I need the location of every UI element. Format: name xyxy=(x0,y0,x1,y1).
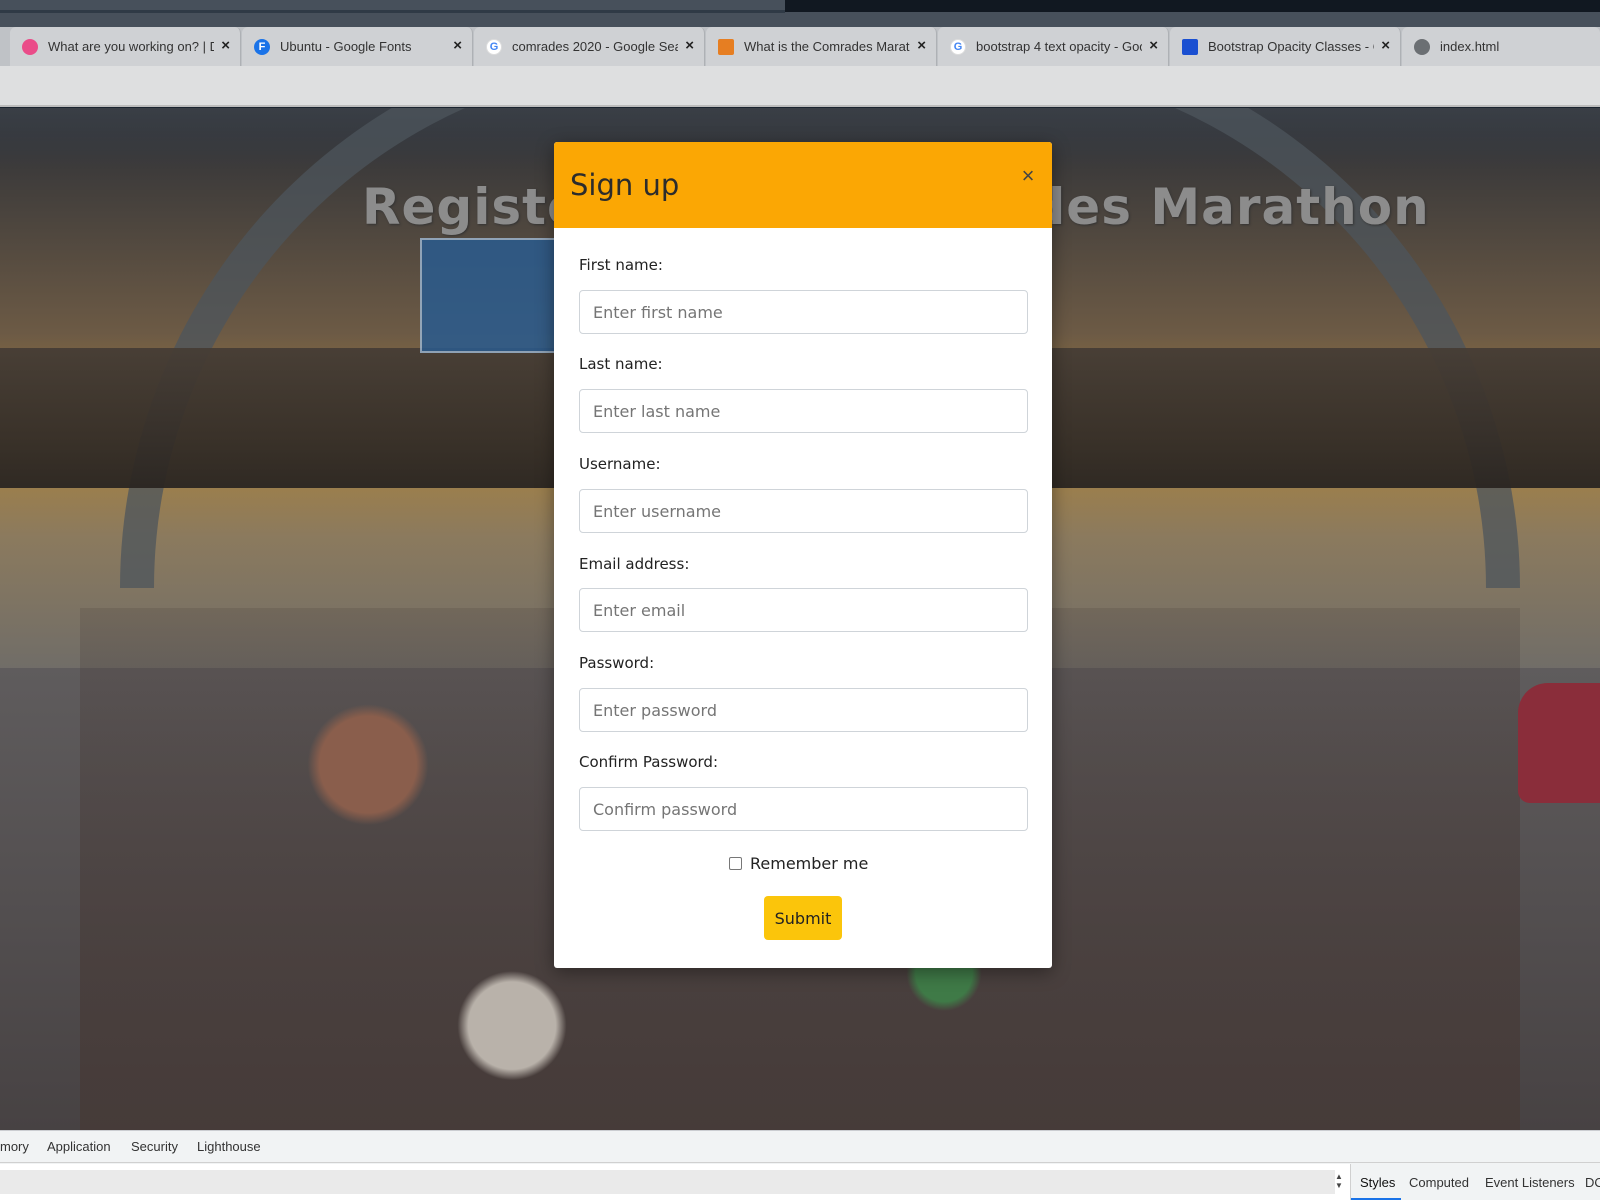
dribbble-icon xyxy=(22,38,38,55)
tab-title: Ubuntu - Google Fonts xyxy=(280,39,412,54)
devtools-tab-computed[interactable]: Computed xyxy=(1409,1175,1469,1190)
google-icon: G xyxy=(950,38,966,55)
last-name-label: Last name: xyxy=(579,355,663,373)
tab-close-icon[interactable]: × xyxy=(917,38,926,54)
devtools-content-row: ▲ ▼ Styles Computed Event Listeners DO xyxy=(0,1164,1600,1200)
globe-icon xyxy=(1414,38,1430,55)
comrades-icon xyxy=(718,38,734,55)
devtools-tab-lighthouse[interactable]: Lighthouse xyxy=(197,1139,261,1154)
devtools-tab-dom[interactable]: DO xyxy=(1585,1175,1600,1190)
first-name-input[interactable] xyxy=(579,290,1028,334)
background-car xyxy=(1518,683,1600,803)
bootstrap-icon xyxy=(1182,38,1198,55)
devtools-tab-bar: mory Application Security Lighthouse xyxy=(0,1131,1600,1163)
tab-google-fonts[interactable]: F Ubuntu - Google Fonts × xyxy=(242,27,473,66)
email-label: Email address: xyxy=(579,555,690,573)
password-input[interactable] xyxy=(579,688,1028,732)
devtools-tab-styles[interactable]: Styles xyxy=(1360,1175,1395,1190)
devtools-sidebar-tabs: Styles Computed Event Listeners DO xyxy=(1350,1164,1600,1200)
tab-title: index.html xyxy=(1440,39,1500,54)
last-name-input[interactable] xyxy=(579,389,1028,433)
close-icon[interactable]: × xyxy=(1016,164,1040,188)
background-road-sign xyxy=(420,238,560,353)
tab-title: Bootstrap Opacity Classes - Cu xyxy=(1208,39,1374,54)
tab-comrades-marathon[interactable]: What is the Comrades Marathon × xyxy=(706,27,937,66)
submit-button[interactable]: Submit xyxy=(764,896,842,940)
tab-google-search-bootstrap[interactable]: G bootstrap 4 text opacity - Google × xyxy=(938,27,1169,66)
devtools-tab-application[interactable]: Application xyxy=(47,1139,111,1154)
google-fonts-icon: F xyxy=(254,38,270,55)
tab-google-search-comrades[interactable]: G comrades 2020 - Google Search × xyxy=(474,27,705,66)
remember-me-label[interactable]: Remember me xyxy=(750,854,868,873)
tab-close-icon[interactable]: × xyxy=(1381,38,1390,54)
confirm-password-label: Confirm Password: xyxy=(579,753,719,771)
tab-title: What are you working on? | Dribbble xyxy=(48,39,214,54)
devtools-panel: mory Application Security Lighthouse ▲ ▼ … xyxy=(0,1130,1600,1200)
tab-close-icon[interactable]: × xyxy=(685,38,694,54)
window-top-line xyxy=(0,10,785,13)
devtools-tab-memory[interactable]: mory xyxy=(0,1139,29,1154)
username-input[interactable] xyxy=(579,489,1028,533)
tab-close-icon[interactable]: × xyxy=(1149,38,1158,54)
tab-title: comrades 2020 - Google Search xyxy=(512,39,678,54)
modal-title: Sign up xyxy=(570,168,680,202)
window-top-strip xyxy=(0,0,1600,27)
tab-close-icon[interactable]: × xyxy=(453,38,462,54)
tab-title: bootstrap 4 text opacity - Google xyxy=(976,39,1142,54)
browser-tab-bar: What are you working on? | Dribbble × F … xyxy=(0,27,1600,66)
devtools-tab-security[interactable]: Security xyxy=(131,1139,178,1154)
devtools-tab-event-listeners[interactable]: Event Listeners xyxy=(1485,1175,1575,1190)
password-label: Password: xyxy=(579,654,655,672)
google-icon: G xyxy=(486,38,502,55)
tab-dribbble[interactable]: What are you working on? | Dribbble × xyxy=(10,27,241,66)
confirm-password-input[interactable] xyxy=(579,787,1028,831)
email-input[interactable] xyxy=(579,588,1028,632)
devtools-dom-breadcrumb xyxy=(0,1170,1335,1194)
tab-title: What is the Comrades Marathon xyxy=(744,39,910,54)
tab-index-html[interactable]: index.html xyxy=(1402,27,1600,66)
browser-toolbar xyxy=(0,66,1600,107)
first-name-label: First name: xyxy=(579,256,663,274)
modal-header: Sign up × xyxy=(554,142,1052,228)
remember-me-checkbox[interactable] xyxy=(729,857,742,870)
signup-modal: Sign up × First name: Last name: Usernam… xyxy=(554,142,1052,968)
tab-close-icon[interactable]: × xyxy=(221,38,230,54)
scroll-arrows-icon[interactable]: ▲ ▼ xyxy=(1334,1172,1344,1192)
remember-me-row: Remember me xyxy=(729,854,868,873)
tab-bootstrap-opacity[interactable]: Bootstrap Opacity Classes - Cu × xyxy=(1170,27,1401,66)
username-label: Username: xyxy=(579,455,661,473)
window-top-dark xyxy=(785,0,1600,12)
